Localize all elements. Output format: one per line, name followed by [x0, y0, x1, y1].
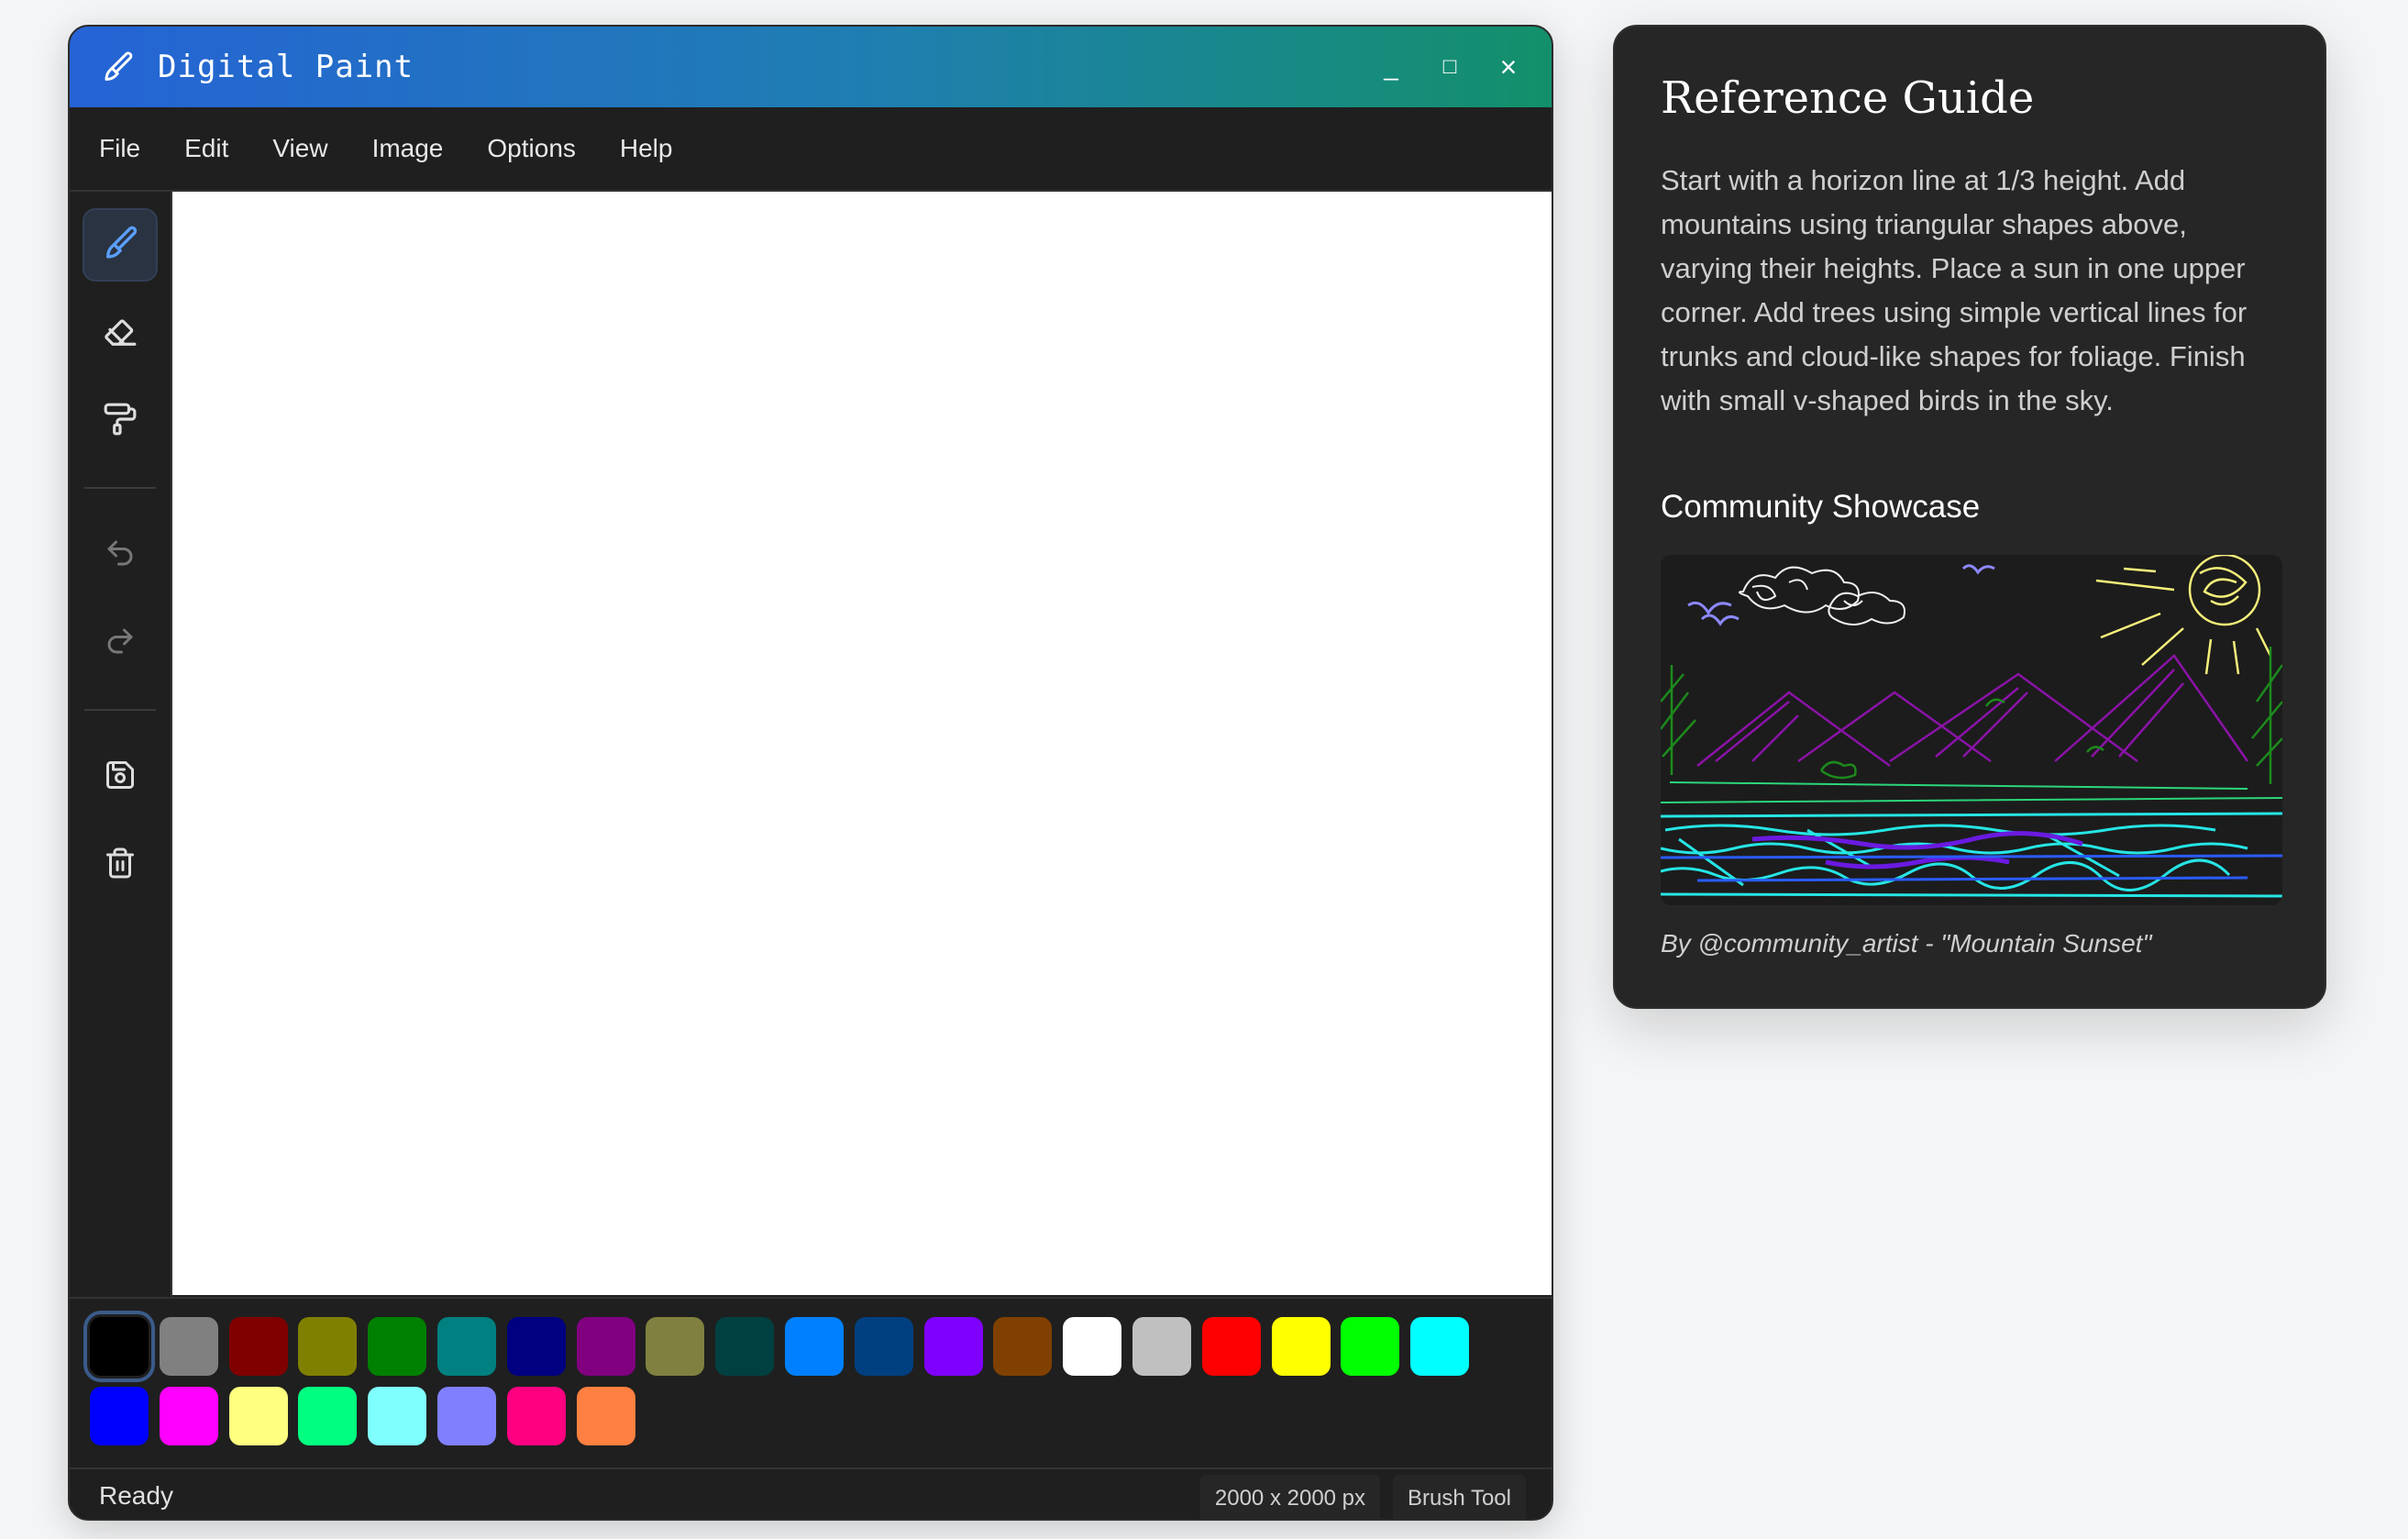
undo-button[interactable] — [83, 518, 158, 592]
brush-icon — [102, 225, 138, 266]
color-swatch[interactable] — [368, 1387, 427, 1445]
save-button[interactable] — [83, 740, 158, 814]
color-swatch[interactable] — [785, 1317, 844, 1376]
color-swatch[interactable] — [1410, 1317, 1470, 1376]
color-swatch[interactable] — [437, 1317, 496, 1376]
color-swatch[interactable] — [506, 1317, 566, 1376]
paint-roller-icon — [103, 402, 138, 441]
brush-tool-button[interactable] — [83, 208, 158, 282]
save-icon — [104, 758, 137, 796]
color-palette — [70, 1297, 1552, 1469]
color-swatch[interactable] — [1132, 1317, 1191, 1376]
color-swatch[interactable] — [90, 1387, 149, 1445]
showcase-artwork — [1661, 555, 2282, 905]
canvas-dimensions: 2000 x 2000 px — [1199, 1475, 1381, 1519]
fill-tool-button[interactable] — [83, 384, 158, 458]
reference-title: Reference Guide — [1661, 72, 2035, 124]
paint-app-window: Digital Paint _ □ × File Edit View Image… — [68, 25, 1553, 1521]
color-swatch[interactable] — [1341, 1317, 1400, 1376]
undo-icon — [104, 537, 137, 574]
menu-edit[interactable]: Edit — [184, 134, 228, 163]
menu-bar: File Edit View Image Options Help — [70, 107, 1552, 192]
title-bar[interactable]: Digital Paint _ □ × — [70, 27, 1552, 107]
menu-file[interactable]: File — [99, 134, 140, 163]
toolbar-divider — [84, 487, 156, 489]
color-swatch[interactable] — [159, 1317, 218, 1376]
clear-button[interactable] — [83, 828, 158, 902]
color-swatch[interactable] — [506, 1387, 566, 1445]
menu-options[interactable]: Options — [487, 134, 576, 163]
color-swatch[interactable] — [576, 1317, 635, 1376]
color-swatch[interactable] — [1271, 1317, 1331, 1376]
status-bar: Ready 2000 x 2000 px Brush Tool — [70, 1469, 1552, 1519]
color-swatch[interactable] — [90, 1317, 149, 1376]
eraser-icon — [103, 314, 138, 353]
menu-image[interactable]: Image — [372, 134, 444, 163]
eraser-tool-button[interactable] — [83, 296, 158, 370]
color-swatch[interactable] — [993, 1317, 1053, 1376]
trash-icon — [104, 847, 137, 884]
toolbar-divider — [84, 709, 156, 711]
redo-button[interactable] — [83, 606, 158, 680]
color-swatch[interactable] — [368, 1317, 427, 1376]
maximize-button[interactable]: □ — [1434, 51, 1465, 83]
color-swatch[interactable] — [228, 1387, 288, 1445]
color-swatch[interactable] — [228, 1317, 288, 1376]
window-controls: _ □ × — [1375, 27, 1524, 107]
close-button[interactable]: × — [1493, 50, 1524, 83]
reference-panel: Reference Guide Start with a horizon lin… — [1613, 25, 2326, 1009]
showcase-heading: Community Showcase — [1661, 489, 1981, 525]
color-swatch[interactable] — [923, 1317, 983, 1376]
color-swatch[interactable] — [437, 1387, 496, 1445]
color-swatch[interactable] — [646, 1317, 705, 1376]
window-title: Digital Paint — [158, 49, 414, 85]
menu-help[interactable]: Help — [620, 134, 673, 163]
menu-view[interactable]: View — [272, 134, 327, 163]
current-tool-label: Brush Tool — [1393, 1475, 1526, 1519]
tool-sidebar — [70, 192, 172, 1297]
minimize-button[interactable]: _ — [1375, 51, 1407, 83]
color-swatch[interactable] — [715, 1317, 775, 1376]
color-swatch[interactable] — [1201, 1317, 1261, 1376]
color-swatch[interactable] — [576, 1387, 635, 1445]
showcase-caption: By @community_artist - "Mountain Sunset" — [1661, 929, 2152, 958]
redo-icon — [104, 625, 137, 662]
color-swatch[interactable] — [1063, 1317, 1122, 1376]
color-swatch[interactable] — [854, 1317, 913, 1376]
color-swatch[interactable] — [159, 1387, 218, 1445]
brush-icon — [99, 49, 136, 85]
reference-instructions: Start with a horizon line at 1/3 height.… — [1661, 164, 2248, 416]
drawing-canvas[interactable] — [172, 192, 1552, 1295]
color-swatch[interactable] — [298, 1317, 358, 1376]
status-text: Ready — [99, 1481, 173, 1510]
color-swatch[interactable] — [298, 1387, 358, 1445]
